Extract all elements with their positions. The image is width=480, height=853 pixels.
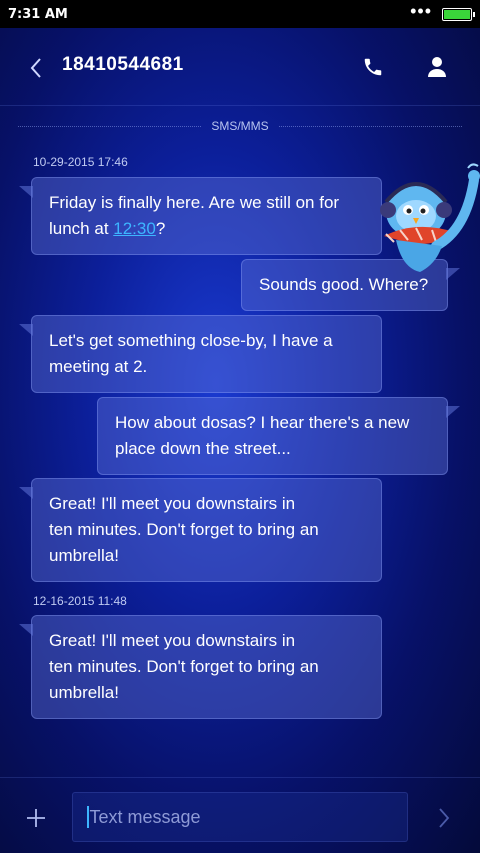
message-text-line: Great! I'll meet you downstairs in — [49, 631, 296, 650]
timestamp: 12-16-2015 11:48 — [33, 594, 127, 608]
channel-divider: SMS/MMS — [18, 118, 462, 134]
contact-profile-button[interactable] — [422, 52, 452, 82]
contact-title: 18410544681 — [62, 54, 184, 75]
status-bar: 7:31 AM ••• — [0, 0, 480, 28]
message-bubble-incoming[interactable]: Great! I'll meet you downstairs in ten m… — [19, 615, 382, 719]
status-icons: ••• — [410, 1, 475, 21]
status-time: 7:31 AM — [8, 6, 68, 22]
message-text-line: ten minutes. Don't forget to bring an — [49, 520, 319, 539]
message-bubble-incoming[interactable]: Let's get something close-by, I have a m… — [19, 315, 382, 393]
composer-bar: Text message — [0, 777, 480, 853]
message-bubble-incoming[interactable]: Friday is finally here. Are we still on … — [19, 177, 382, 255]
message-bubble-outgoing[interactable]: How about dosas? I hear there's a new pl… — [97, 397, 460, 475]
message-text: Let's get something close-by, I have a m… — [49, 331, 333, 376]
message-text-line: umbrella! — [49, 683, 119, 702]
plus-icon — [27, 809, 45, 827]
conversation-header: 18410544681 — [0, 28, 480, 106]
timestamp: 10-29-2015 17:46 — [33, 155, 128, 169]
phone-icon — [364, 58, 382, 76]
message-text-line: Great! I'll meet you downstairs in — [49, 494, 296, 513]
send-button[interactable] — [430, 804, 458, 832]
message-input[interactable]: Text message — [72, 792, 408, 842]
bird-sticker[interactable] — [376, 160, 480, 290]
time-link[interactable]: 12:30 — [113, 219, 156, 238]
person-icon — [428, 57, 446, 77]
channel-label: SMS/MMS — [211, 119, 269, 133]
call-button[interactable] — [358, 52, 388, 82]
more-dots-icon: ••• — [410, 1, 432, 21]
back-arrow-icon — [30, 58, 41, 78]
message-bubble-incoming[interactable]: Great! I'll meet you downstairs in ten m… — [19, 478, 382, 582]
back-button[interactable] — [22, 54, 50, 82]
message-text-line: ten minutes. Don't forget to bring an — [49, 657, 319, 676]
battery-icon — [442, 7, 475, 21]
message-text: How about dosas? I hear there's a new pl… — [115, 413, 410, 458]
message-text-line: umbrella! — [49, 546, 119, 565]
send-chevron-icon — [439, 808, 450, 828]
attach-button[interactable] — [22, 804, 50, 832]
message-input-placeholder: Text message — [89, 806, 201, 827]
text-cursor — [87, 806, 89, 828]
battery-level — [444, 9, 470, 19]
message-text: Friday is finally here. Are we still on … — [49, 193, 340, 238]
message-text: ? — [155, 219, 166, 238]
